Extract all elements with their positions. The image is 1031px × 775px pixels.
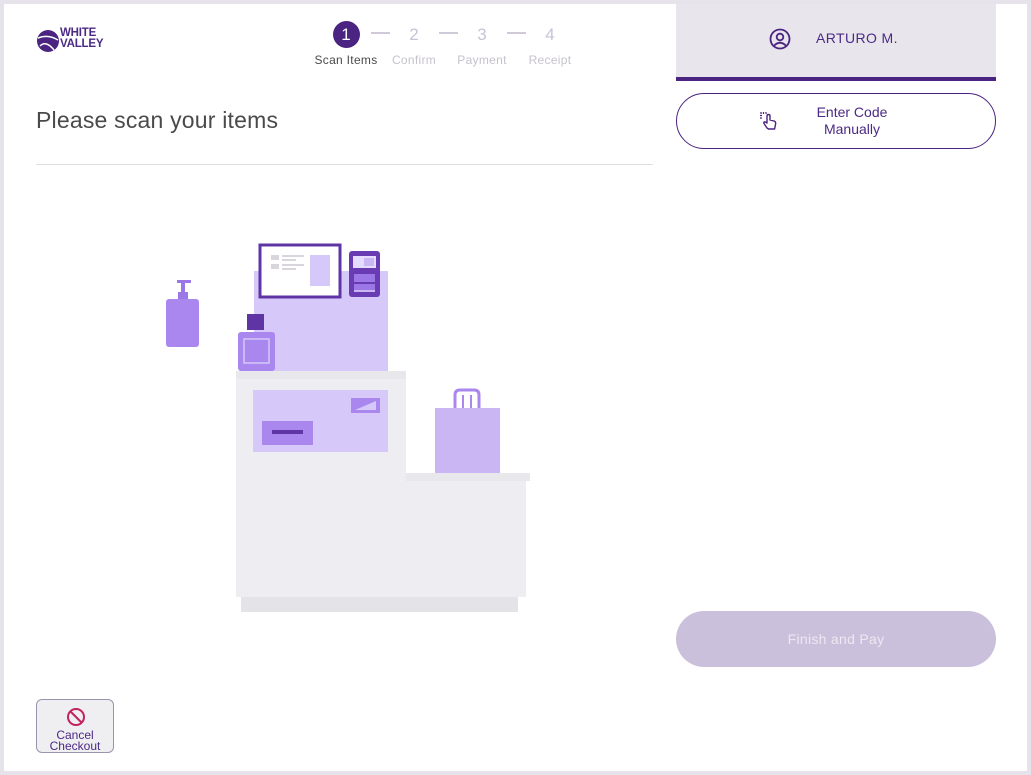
brand-logo-icon — [37, 30, 59, 52]
shopping-bag-icon — [435, 388, 500, 473]
step-label: Receipt — [528, 53, 572, 67]
step-number: 1 — [332, 21, 360, 48]
soap-bottle-icon — [166, 280, 199, 347]
enter-code-label: Enter Code Manually — [816, 104, 888, 137]
user-name: ARTURO M. — [816, 30, 898, 46]
finish-and-pay-button[interactable]: Finish and Pay — [676, 611, 996, 667]
self-checkout-illustration — [166, 243, 530, 612]
cancel-checkout-label: Cancel Checkout — [49, 728, 101, 753]
monitor-icon — [258, 243, 342, 299]
step-number: 4 — [545, 25, 555, 44]
bagging-base — [406, 481, 526, 597]
user-panel: ARTURO M. — [676, 4, 996, 81]
kiosk-counter — [236, 371, 406, 379]
user-circle-icon — [769, 28, 791, 50]
checkout-stepper: 1 Scan Items 2 Confirm 3 Payment 4 Recei… — [306, 21, 586, 71]
kiosk-foot — [241, 597, 518, 612]
tap-hand-icon — [760, 112, 777, 130]
step-receipt: 4 Receipt — [510, 21, 590, 67]
brand-name: WHITE VALLEY — [60, 27, 104, 50]
title-divider — [36, 164, 653, 165]
page-title: Please scan your items — [36, 107, 279, 133]
step-number: 2 — [409, 25, 419, 44]
card-reader-icon — [349, 251, 380, 297]
checkout-screen: WHITE VALLEY 1 Scan Items 2 Confirm 3 Pa… — [4, 4, 1027, 771]
cancel-checkout-button[interactable]: Cancel Checkout — [36, 699, 114, 753]
bagging-shelf — [406, 473, 530, 481]
enter-code-manually-button[interactable]: Enter Code Manually — [676, 93, 996, 149]
brand-logo: WHITE VALLEY — [36, 27, 116, 55]
prohibited-icon — [67, 708, 85, 726]
step-number: 3 — [477, 25, 487, 44]
